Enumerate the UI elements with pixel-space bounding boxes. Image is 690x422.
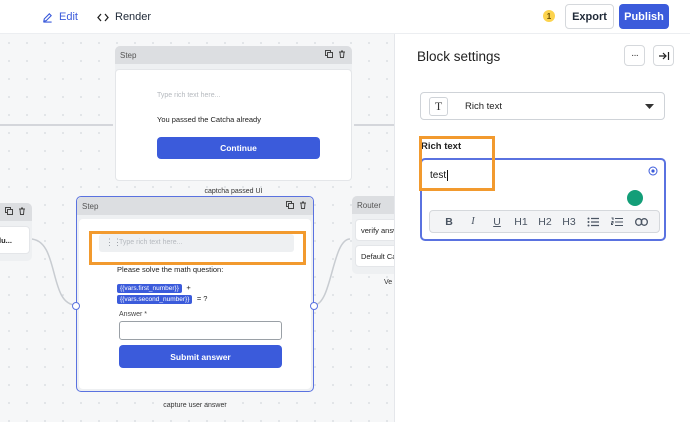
router-item[interactable]: Default Ca [355,245,394,267]
render-tab-label: Render [115,11,152,23]
router-title: Router [357,200,382,210]
router-item-label: verify answ [361,226,394,235]
answer-input[interactable] [119,321,282,340]
code-icon [97,13,109,21]
bullet-list-button[interactable] [581,211,605,232]
numbered-list-button[interactable] [605,211,629,232]
group-header: Step [77,197,313,215]
publish-button[interactable]: Publish [619,4,669,29]
underline-button[interactable]: U [485,211,509,232]
block-type-value: Rich text [465,101,502,112]
group-title: Step [120,50,137,60]
group-header: Step [115,46,352,64]
top-toolbar: Edit Render 1 Export Publish [0,0,690,34]
ellipsis-icon: ··· [631,50,639,61]
submit-answer-button[interactable]: Submit answer [119,345,282,368]
trash-icon[interactable] [18,207,26,215]
question-text[interactable]: Please solve the math question: [117,265,223,274]
chat-widget-icon[interactable] [627,190,643,206]
heading-2-button[interactable]: H2 [533,211,557,232]
group-header [0,203,32,221]
render-tab[interactable]: Render [97,8,151,26]
add-variable-icon[interactable] [648,166,658,176]
router-caption: Ve [384,279,393,286]
edit-tab-label: Edit [59,11,78,23]
output-handle[interactable] [310,302,318,310]
text-type-icon: T [429,97,448,116]
step-group-left[interactable]: lu... [0,203,32,261]
group-caption: capture user answer [163,402,227,409]
numbered-list-icon [611,217,623,226]
rich-text-content[interactable]: You passed the Catcha already [157,115,261,124]
notification-badge[interactable]: 1 [543,10,555,22]
expression-line-2: {{vars.second_number}} = ? [117,288,207,306]
chevron-down-icon [645,104,654,109]
heading-3-button[interactable]: H3 [557,211,581,232]
arrow-right-to-line-icon [658,51,669,60]
collapse-panel-button[interactable] [653,45,674,66]
block-settings-panel: Block settings ··· T Rich text Rich text… [394,34,690,422]
trash-icon[interactable] [299,201,307,209]
export-button[interactable]: Export [565,4,614,29]
link-button[interactable] [629,211,653,232]
duplicate-icon[interactable] [325,50,333,58]
trash-icon[interactable] [338,50,346,58]
input-handle[interactable] [72,302,80,310]
answer-label: Answer * [119,311,148,318]
bullet-list-icon [587,217,599,226]
flow-canvas[interactable]: Step Type rich text here... You passed t… [0,34,394,422]
block-card: lu... [0,226,30,254]
highlight-box [419,136,495,191]
highlight-box [89,231,306,265]
link-icon [634,217,648,226]
more-options-button[interactable]: ··· [624,45,645,66]
group-caption: captcha passed UI [204,188,263,195]
router-item[interactable]: verify answ [355,219,394,241]
pencil-icon [43,12,52,23]
block-type-select[interactable]: T Rich text [420,92,665,120]
edit-tab[interactable]: Edit [42,8,78,26]
duplicate-icon[interactable] [286,201,294,209]
panel-title: Block settings [417,49,501,64]
continue-button[interactable]: Continue [157,137,320,159]
heading-1-button[interactable]: H1 [509,211,533,232]
step-group-captcha-passed[interactable]: Step Type rich text here... You passed t… [115,46,352,181]
rich-text-placeholder[interactable]: Type rich text here... [157,92,220,99]
block-text[interactable]: lu... [0,236,12,245]
router-item-label: Default Ca [361,252,394,261]
router-group[interactable]: Router verify answ Default Ca [352,196,394,274]
italic-button[interactable]: I [461,211,485,232]
step-card: Type rich text here... You passed the Ca… [115,69,352,181]
step-group-capture-answer[interactable]: Step ⋮⋮ Type rich text here... Please so… [72,196,318,392]
bold-button[interactable]: B [437,211,461,232]
group-header: Router [352,196,394,214]
group-title: Step [82,201,99,211]
duplicate-icon[interactable] [5,207,13,215]
equals-text: = ? [196,294,208,303]
formatting-toolbar: B I U H1 H2 H3 [429,210,660,233]
variable-chip: {{vars.second_number}} [117,295,193,304]
